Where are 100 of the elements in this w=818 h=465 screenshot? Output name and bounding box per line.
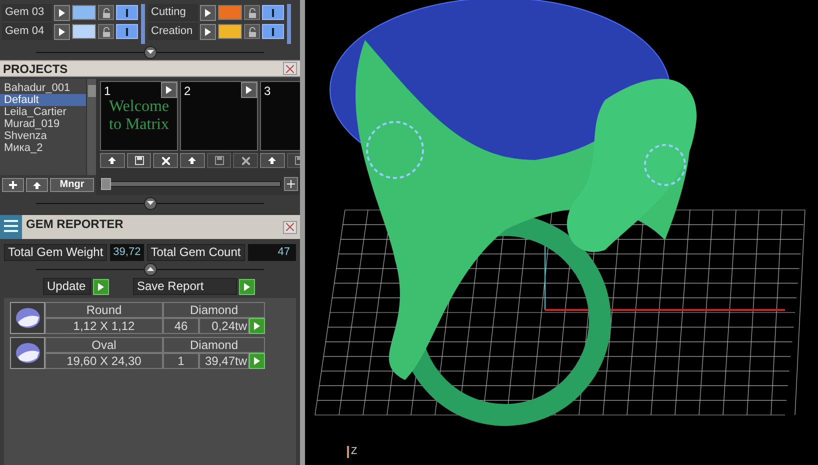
project-slot[interactable]: 2 [180, 81, 258, 151]
thumbnail-text: Welcome to Matrix [108, 98, 170, 134]
collapse-toggle[interactable] [144, 262, 156, 276]
save-button[interactable] [126, 153, 152, 168]
layer-color-swatch[interactable] [72, 24, 96, 39]
gem-count: 46 [163, 318, 199, 334]
arrow-up-icon [188, 157, 196, 164]
lock-button[interactable] [98, 24, 114, 39]
play-icon [59, 28, 65, 36]
layer-color-swatch[interactable] [218, 24, 242, 39]
panel-title: GEM REPORTER [26, 216, 124, 233]
project-slot[interactable]: 1 Welcome to Matrix [100, 81, 178, 151]
project-slot[interactable]: 3 [260, 81, 300, 151]
gem-material: Diamond [163, 337, 265, 353]
play-button[interactable] [200, 4, 216, 20]
panel-title: PROJECTS [3, 60, 68, 78]
play-button[interactable] [239, 278, 255, 294]
caret-up-icon [146, 267, 154, 271]
slot-number: 2 [184, 83, 191, 100]
play-button[interactable] [93, 278, 109, 294]
layer-name: Gem 04 [2, 23, 52, 40]
slider-thumb[interactable] [101, 178, 111, 190]
gem-size: 19,60 X 24,30 [45, 353, 163, 369]
gem-shape: Round [45, 302, 163, 318]
visibility-toggle[interactable] [262, 24, 284, 39]
delete-icon [162, 156, 170, 164]
plus-icon [9, 181, 17, 189]
layer-name: Gem 03 [2, 4, 52, 21]
scrollbar[interactable] [86, 79, 96, 175]
report-icon [0, 215, 22, 239]
gem-size: 1,12 X 1,12 [45, 318, 163, 334]
play-icon [244, 282, 250, 290]
total-count-label: Total Gem Count [146, 244, 245, 261]
zoom-in-button[interactable] [284, 177, 298, 191]
arrow-up-icon [33, 182, 41, 188]
lock-icon [248, 8, 256, 18]
up-button[interactable] [26, 178, 48, 192]
slot-number: 1 [104, 83, 111, 100]
play-button[interactable] [54, 4, 70, 20]
collapse-toggle[interactable] [144, 46, 156, 58]
update-button[interactable]: Update [43, 278, 91, 295]
delete-icon [242, 156, 250, 164]
caret-down-icon [146, 201, 154, 205]
arrow-up-icon [108, 157, 116, 164]
delete-button[interactable] [233, 153, 258, 168]
save-report-button[interactable]: Save Report [133, 278, 237, 295]
save-icon [134, 156, 144, 165]
play-button[interactable] [161, 82, 177, 98]
close-icon [286, 64, 294, 72]
layer-name: Cutting [148, 4, 198, 21]
add-button[interactable] [2, 178, 24, 192]
gem-weight: 39,47tw [199, 353, 249, 369]
plus-icon [287, 180, 295, 188]
caret-down-icon [146, 50, 154, 54]
project-item[interactable]: Default [0, 94, 86, 106]
save-button[interactable] [206, 153, 232, 168]
gem-material: Diamond [163, 302, 265, 318]
gem-icon [14, 342, 40, 364]
lock-button[interactable] [244, 5, 260, 20]
play-icon [205, 8, 211, 16]
play-button[interactable] [54, 24, 70, 40]
slider-track[interactable] [100, 181, 281, 187]
play-button[interactable] [241, 82, 257, 98]
manager-button[interactable]: Mngr [50, 178, 94, 192]
total-count-value: 47 [248, 244, 296, 261]
visibility-toggle[interactable] [262, 5, 284, 20]
play-button[interactable] [200, 24, 216, 40]
project-item[interactable]: Murad_019 [0, 118, 86, 130]
layer-color-swatch[interactable] [72, 5, 96, 20]
play-icon [254, 357, 260, 365]
lock-button[interactable] [244, 24, 260, 39]
lock-icon [102, 26, 110, 36]
gem-count: 1 [163, 353, 199, 369]
project-item[interactable]: Leila_Cartier [0, 106, 86, 118]
load-button[interactable] [180, 153, 205, 168]
visibility-toggle[interactable] [116, 5, 138, 20]
lock-button[interactable] [98, 5, 114, 20]
slot-number: 3 [264, 83, 271, 100]
play-icon [98, 282, 104, 290]
collapse-toggle[interactable] [144, 196, 156, 210]
gem-icon [14, 307, 40, 329]
total-weight-label: Total Gem Weight [4, 244, 108, 261]
play-icon [254, 322, 260, 330]
project-item[interactable]: Bahadur_001 [0, 82, 86, 94]
lock-icon [102, 8, 110, 18]
delete-button[interactable] [153, 153, 178, 168]
layer-color-swatch[interactable] [218, 5, 242, 20]
gem-weight: 0,24tw [199, 318, 249, 334]
project-item[interactable]: Shvenza [0, 130, 86, 142]
play-icon [59, 8, 65, 16]
play-icon [205, 28, 211, 36]
save-icon [214, 156, 224, 165]
close-button[interactable] [283, 220, 297, 234]
visibility-toggle[interactable] [116, 24, 138, 39]
axis-label: Z [347, 446, 818, 458]
load-button[interactable] [260, 153, 285, 168]
close-button[interactable] [283, 62, 297, 75]
load-button[interactable] [100, 153, 125, 168]
gem-shape: Oval [45, 337, 163, 353]
project-item[interactable]: Мика_2 [0, 142, 86, 154]
